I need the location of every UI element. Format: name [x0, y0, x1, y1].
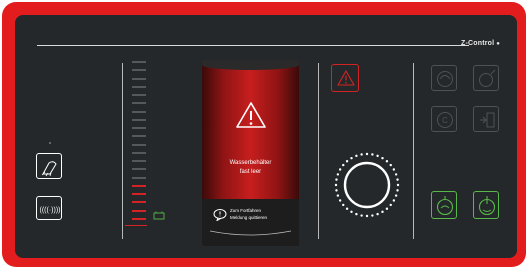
warning-triangle-icon — [236, 102, 266, 128]
acknowledge-button[interactable]: Zum Fortfahren Meldung quittieren — [202, 205, 299, 229]
battery-icon — [153, 211, 165, 220]
level-segment — [132, 168, 146, 171]
dial-dot — [371, 214, 374, 217]
dial-dot — [392, 199, 396, 202]
level-segment — [132, 218, 146, 220]
dial-dot — [360, 153, 363, 156]
drop-target-button[interactable] — [473, 65, 499, 91]
header-rule — [37, 45, 469, 46]
ack-line-2: Meldung quittieren — [230, 214, 268, 220]
dial-dot — [334, 183, 338, 187]
level-segment — [132, 209, 146, 212]
level-segment — [132, 184, 146, 187]
dial-dot — [396, 183, 400, 187]
dial-dot — [338, 168, 342, 171]
device-frame: Z-Control ● ((((·)))) Wasserbehälter fas… — [2, 2, 526, 267]
door-open-icon — [480, 112, 495, 128]
message-line-1: Wasserbehälter — [229, 160, 272, 166]
dial-dot — [365, 152, 369, 156]
dial-dot — [335, 178, 338, 181]
indicator-dot — [49, 142, 51, 144]
level-segment — [132, 77, 146, 80]
vibration-button[interactable]: ((((·)))) — [36, 196, 62, 220]
gauge-down-button[interactable] — [431, 191, 457, 219]
dial-dot — [376, 212, 379, 216]
dial-dot — [335, 189, 338, 192]
dial-dot — [392, 168, 396, 171]
level-segment — [132, 94, 146, 97]
dial-dot — [355, 154, 358, 158]
level-segment — [132, 160, 146, 163]
light-beam-icon — [41, 161, 57, 177]
dial-dot — [381, 156, 384, 160]
separator-middle — [318, 63, 319, 239]
gauge-power-icon — [478, 196, 496, 216]
dial-dot — [385, 160, 389, 163]
level-segment — [132, 118, 146, 121]
dial-dot — [389, 203, 392, 207]
dial-dot — [338, 199, 342, 202]
level-segment — [132, 151, 146, 154]
dial-dot — [396, 178, 399, 181]
alert-button[interactable] — [331, 64, 359, 92]
dial-dot — [394, 173, 398, 176]
vibration-icon: ((((·)))) — [40, 207, 61, 214]
tank-top — [202, 60, 299, 70]
dial-dot — [394, 194, 398, 197]
gauge-down-icon — [436, 196, 454, 216]
message-line-2: fast leer — [239, 169, 262, 175]
meter-baseline — [125, 225, 147, 226]
message-display: Wasserbehälter fast leer Zum Fortfahren … — [202, 60, 299, 246]
dial-dot — [365, 214, 369, 218]
dial-dot — [385, 207, 389, 210]
dial-dot — [371, 153, 374, 156]
dial-dot — [342, 203, 345, 207]
level-segment — [132, 201, 146, 204]
door-button[interactable] — [473, 106, 499, 132]
c-dial-button[interactable]: C — [431, 106, 457, 132]
level-segment — [132, 135, 146, 138]
dial-dot — [381, 210, 384, 214]
level-segment — [132, 69, 146, 72]
dial-dot — [396, 189, 399, 192]
dial-dot — [376, 154, 379, 158]
level-segment — [132, 176, 146, 179]
dial-dot — [342, 163, 345, 167]
dial-dot — [345, 160, 349, 163]
level-segment — [132, 193, 146, 196]
level-segment — [132, 61, 146, 63]
c-dial-icon: C — [437, 112, 453, 128]
brand-mark: ● — [496, 41, 501, 47]
lamp-button[interactable] — [36, 153, 62, 179]
control-panel: Z-Control ● ((((·)))) Wasserbehälter fas… — [15, 15, 517, 258]
display-message: Wasserbehälter fast leer — [202, 159, 299, 177]
dial-dot — [389, 163, 392, 167]
pump-icon — [437, 71, 453, 87]
dial-dot — [350, 210, 353, 214]
dial-dot — [345, 207, 349, 210]
svg-text:((((·)))): ((((·)))) — [40, 207, 61, 214]
drop-target-icon — [479, 69, 496, 87]
dial-dot — [360, 214, 363, 217]
level-segment — [132, 110, 146, 113]
level-segment — [132, 102, 146, 105]
pump-button[interactable] — [431, 65, 457, 91]
warning-triangle-icon — [337, 70, 355, 86]
dial-dot — [355, 212, 358, 216]
dial-dot — [350, 156, 353, 160]
level-segment — [132, 127, 146, 130]
gauge-power-button[interactable] — [473, 191, 499, 219]
dial-dot — [336, 173, 340, 176]
display-swipe-hint — [209, 230, 292, 236]
brand-logo: Z-Control ● — [461, 40, 500, 47]
separator-right — [413, 63, 414, 239]
brand-name: Z-Control — [461, 40, 495, 47]
level-segment — [132, 143, 146, 146]
separator-left — [122, 63, 123, 239]
svg-text:C: C — [442, 116, 448, 125]
dial-dot — [336, 194, 340, 197]
level-segment — [132, 85, 146, 88]
rotary-knob-icon[interactable] — [332, 150, 402, 220]
speech-bubble-icon — [213, 209, 227, 221]
